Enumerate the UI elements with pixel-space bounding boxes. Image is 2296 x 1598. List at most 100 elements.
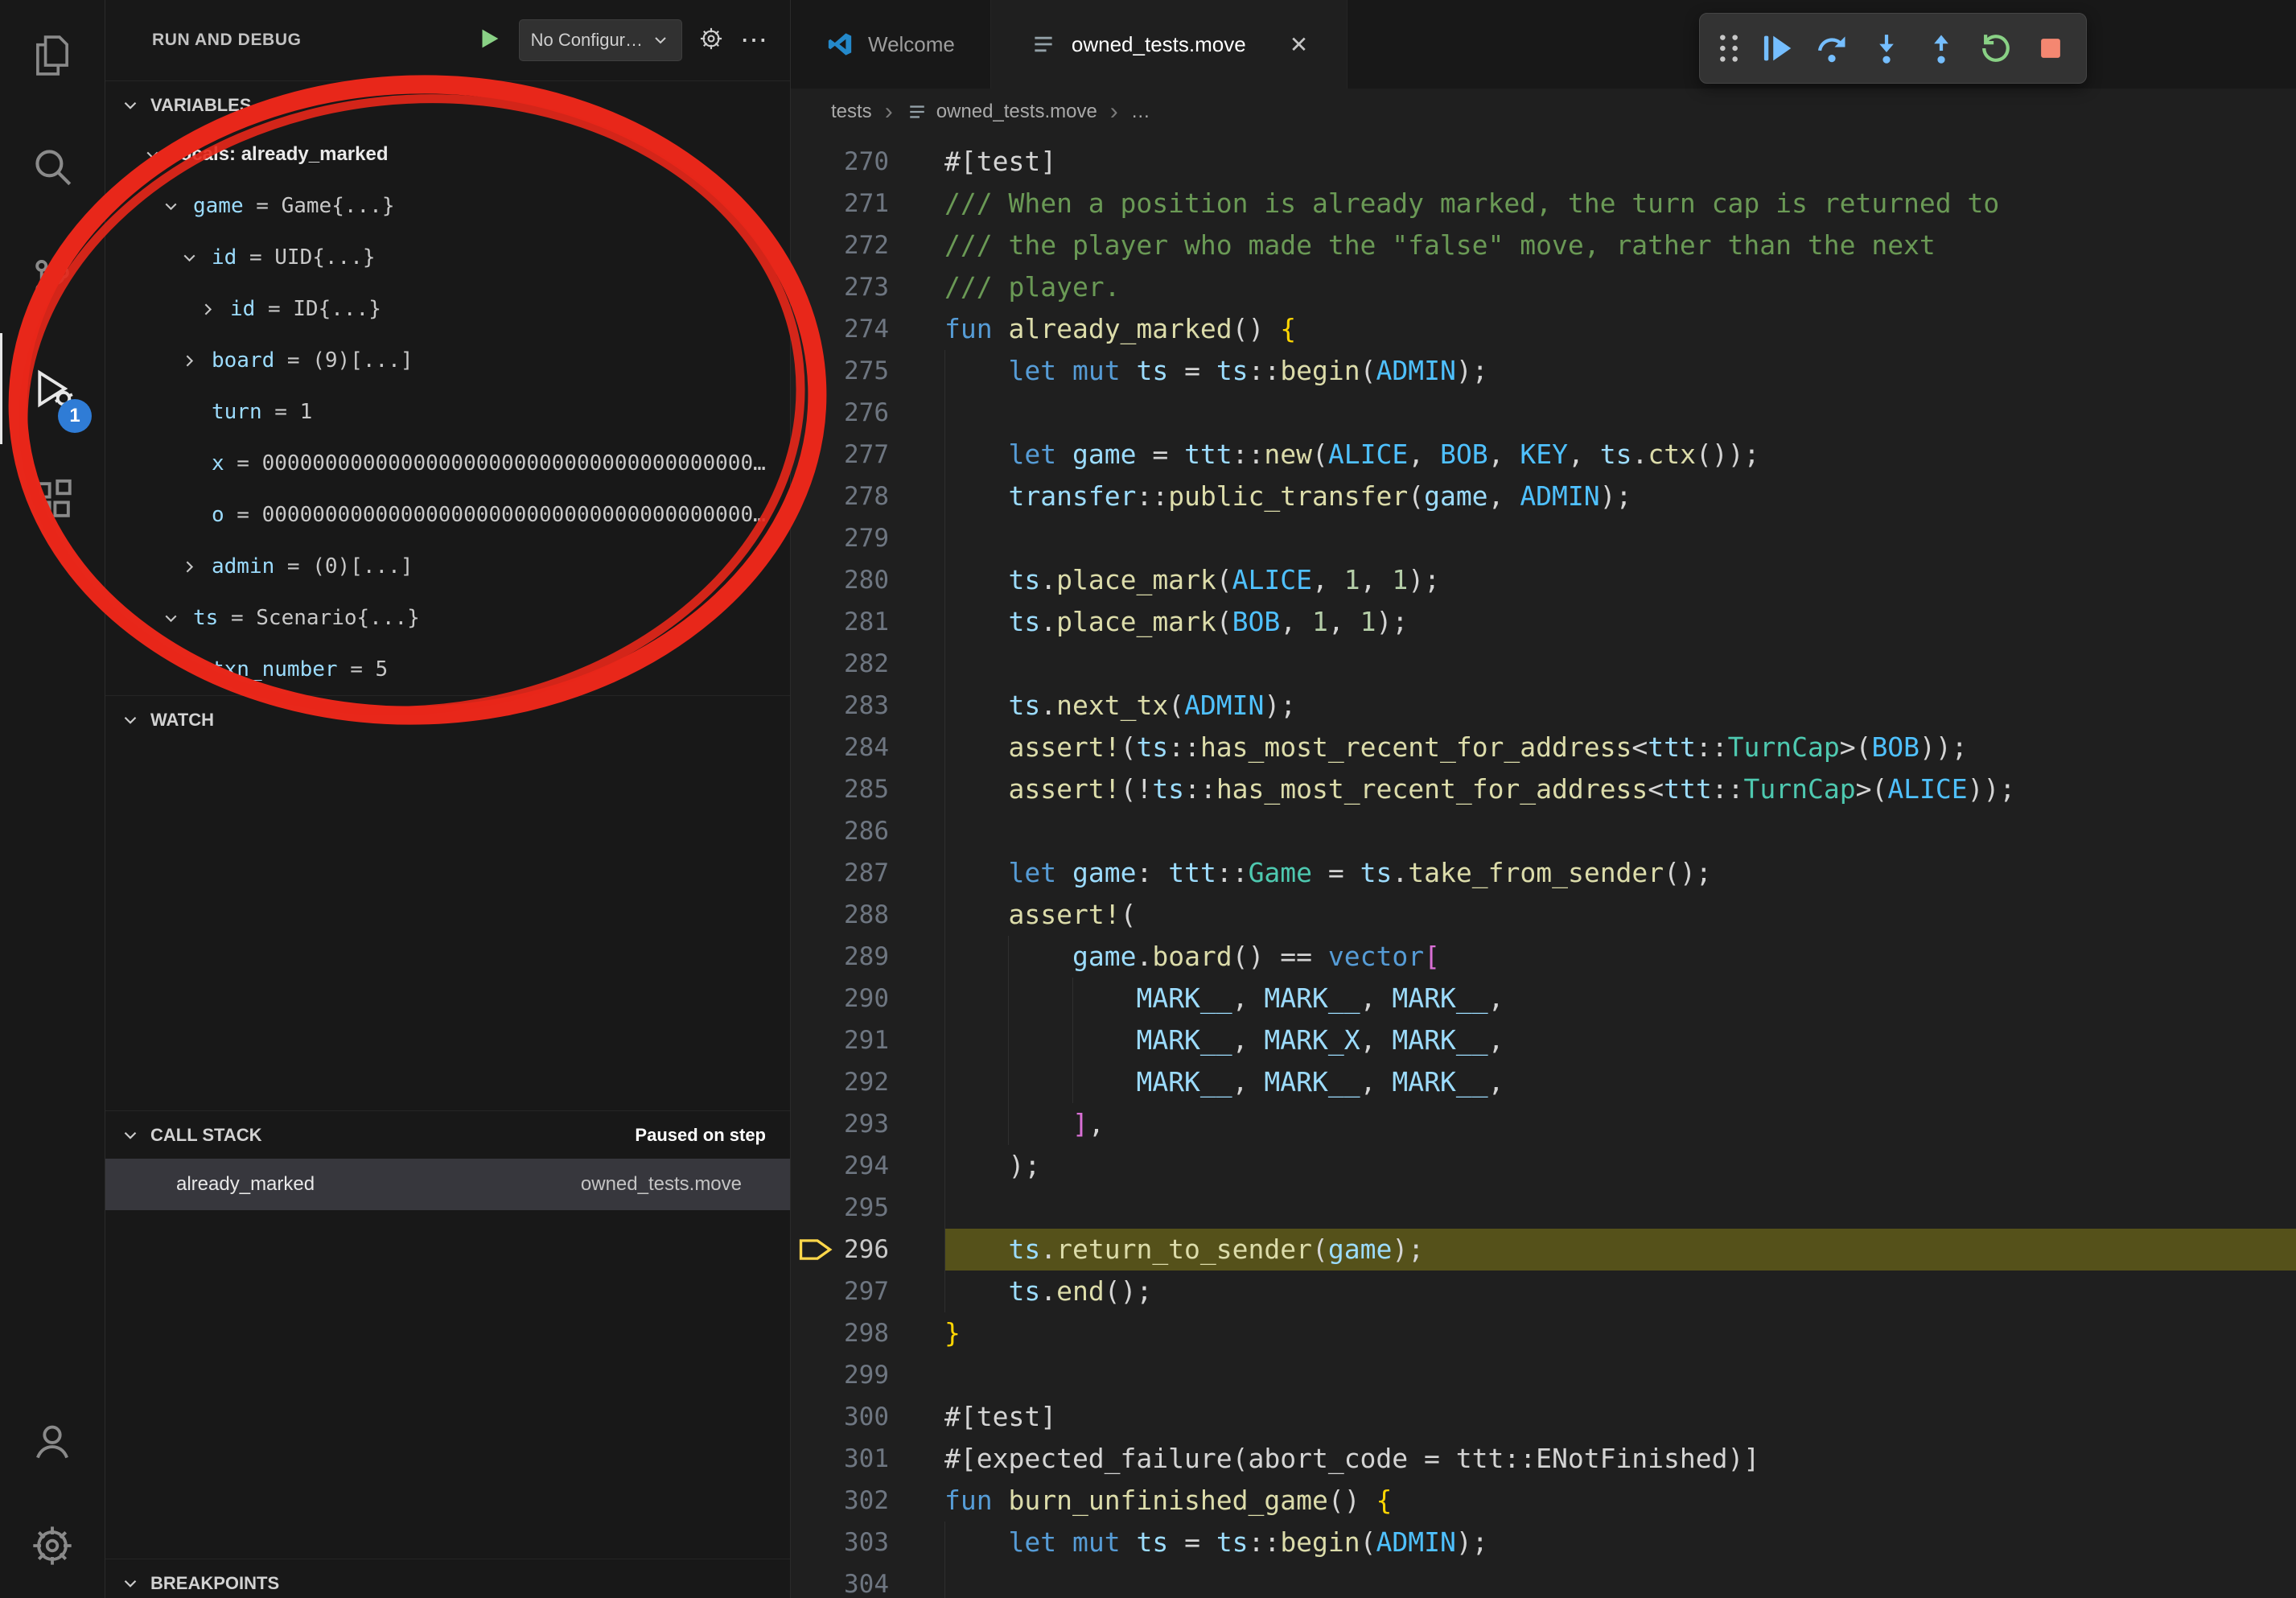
activity-item-settings[interactable]: [0, 1493, 105, 1598]
code-line: 272/// the player who made the "false" m…: [791, 224, 2296, 266]
chevron-down-icon: [161, 196, 193, 216]
line-number: 284: [841, 727, 889, 768]
line-number: 290: [841, 978, 889, 1019]
code-line: 276: [791, 392, 2296, 434]
watch-empty-area: [105, 743, 790, 1110]
debug-count-badge: 1: [58, 399, 92, 433]
glyph-margin: [791, 1061, 841, 1103]
line-number: 271: [841, 183, 889, 224]
tab-Welcome[interactable]: Welcome: [791, 0, 991, 89]
line-number: 299: [841, 1354, 889, 1396]
line-number: 274: [841, 308, 889, 350]
vscode-icon: [826, 31, 854, 58]
code-line: 288 assert!(: [791, 894, 2296, 936]
line-number: 281: [841, 601, 889, 643]
continue-button[interactable]: [1750, 19, 1804, 77]
variable-row[interactable]: id = ID{...}: [105, 283, 790, 335]
variable-row[interactable]: locals: already_marked: [105, 129, 790, 180]
activity-item-accounts[interactable]: [0, 1389, 105, 1493]
sidebar-title: RUN AND DEBUG: [152, 31, 302, 50]
line-number: 292: [841, 1061, 889, 1103]
activity-item-search[interactable]: [0, 111, 105, 222]
source-control-icon: [29, 254, 76, 301]
variable-row[interactable]: game = Game{...}: [105, 180, 790, 232]
variables-section-header[interactable]: VARIABLES: [105, 80, 790, 129]
line-number: 301: [841, 1438, 889, 1480]
code-line: 296 ts.return_to_sender(game);: [791, 1229, 2296, 1271]
activity-item-source-control[interactable]: [0, 222, 105, 333]
glyph-margin: [791, 141, 841, 183]
glyph-margin: [791, 685, 841, 727]
variable-value: 1: [300, 400, 313, 424]
code-editor[interactable]: 270#[test]271/// When a position is alre…: [791, 135, 2296, 1598]
chevron-right-icon: [179, 351, 212, 371]
line-text: assert!(: [944, 894, 2296, 936]
variable-row[interactable]: board = (9)[...]: [105, 335, 790, 386]
step-out-button[interactable]: [1914, 19, 1969, 77]
settings-icon: [29, 1522, 76, 1569]
line-number: 293: [841, 1103, 889, 1145]
toolbar-gripper[interactable]: [1708, 19, 1750, 77]
breadcrumb-item[interactable]: …: [1131, 101, 1150, 123]
variable-value: 0000000000000000000000000000000000000000…: [262, 503, 790, 527]
current-line-marker-icon: [791, 1229, 841, 1271]
call-stack-empty-area: [105, 1210, 790, 1559]
line-number: 285: [841, 768, 889, 810]
activity-item-run-and-debug[interactable]: 1: [0, 333, 105, 444]
variable-row[interactable]: admin = (0)[...]: [105, 541, 790, 592]
code-line: 293 ],: [791, 1103, 2296, 1145]
breadcrumb-item[interactable]: owned_tests.move: [906, 101, 1097, 123]
line-text: [944, 392, 2296, 434]
tab-owned_tests.move[interactable]: owned_tests.move ✕: [991, 0, 1348, 89]
line-number: 297: [841, 1271, 889, 1312]
tab-label: owned_tests.move: [1072, 32, 1246, 57]
step-into-button[interactable]: [1859, 19, 1914, 77]
line-text: MARK__, MARK__, MARK__,: [944, 1061, 2296, 1103]
gear-icon[interactable]: [698, 26, 724, 56]
variable-name: ts: [193, 606, 218, 630]
line-text: MARK__, MARK__, MARK__,: [944, 978, 2296, 1019]
config-dropdown[interactable]: No Configur…: [519, 19, 682, 61]
line-number: 277: [841, 434, 889, 476]
restart-button[interactable]: [1969, 19, 2023, 77]
variable-row[interactable]: o = 000000000000000000000000000000000000…: [105, 489, 790, 541]
code-line: 285 assert!(!ts::has_most_recent_for_add…: [791, 768, 2296, 810]
close-icon[interactable]: ✕: [1290, 31, 1308, 58]
chevron-down-icon: [142, 145, 175, 165]
start-debugging-button[interactable]: [475, 25, 503, 56]
variable-row[interactable]: turn = 1: [105, 386, 790, 438]
stop-button[interactable]: [2023, 19, 2078, 77]
code-line: 274 fun already_marked() {: [791, 308, 2296, 350]
breakpoints-section-header[interactable]: BREAKPOINTS: [105, 1559, 790, 1598]
call-stack-section-header[interactable]: CALL STACK Paused on step: [105, 1110, 790, 1159]
variable-value: UID{...}: [274, 245, 375, 270]
line-text: fun already_marked() {: [944, 308, 2296, 350]
play-icon: [475, 25, 503, 56]
line-text: ],: [944, 1103, 2296, 1145]
tab-label: Welcome: [868, 32, 955, 57]
line-number: 278: [841, 476, 889, 517]
call-stack-frame[interactable]: already_markedowned_tests.move: [105, 1159, 790, 1210]
line-text: let mut ts = ts::begin(ADMIN);: [944, 350, 2296, 392]
watch-section-header[interactable]: WATCH: [105, 695, 790, 743]
glyph-margin: [791, 894, 841, 936]
activity-item-extensions[interactable]: [0, 444, 105, 555]
line-text: /// player.: [944, 266, 2296, 308]
chevron-down-icon: [179, 248, 212, 268]
line-text: #[expected_failure(abort_code = ttt::ENo…: [944, 1438, 2296, 1480]
code-line: 298}: [791, 1312, 2296, 1354]
variable-row[interactable]: ts = Scenario{...}: [105, 592, 790, 644]
variable-value: (0)[...]: [312, 554, 413, 579]
line-number: 296: [841, 1229, 889, 1271]
variable-name: id: [230, 297, 255, 321]
variable-row[interactable]: x = 000000000000000000000000000000000000…: [105, 438, 790, 489]
activity-item-explorer[interactable]: [0, 0, 105, 111]
breadcrumb-item[interactable]: tests: [831, 101, 872, 123]
code-line: 270#[test]: [791, 141, 2296, 183]
movefile-icon: [1030, 31, 1057, 58]
line-number: 283: [841, 685, 889, 727]
variable-row[interactable]: txn_number = 5: [105, 644, 790, 695]
variable-row[interactable]: id = UID{...}: [105, 232, 790, 283]
step-over-button[interactable]: [1804, 19, 1859, 77]
line-number: 280: [841, 559, 889, 601]
